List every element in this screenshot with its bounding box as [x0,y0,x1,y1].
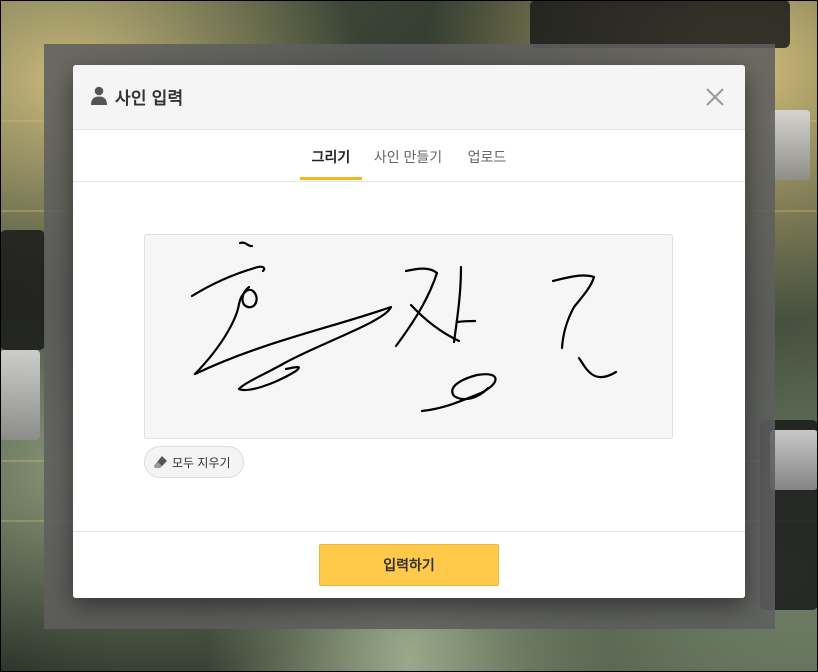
clear-all-button[interactable]: 모두 지우기 [144,446,244,478]
signature-canvas[interactable] [144,234,673,439]
eraser-icon [154,456,167,468]
signature-modal: 사인 입력 그리기 사인 만들기 업로드 모두 지우기 입력하기 [73,65,745,598]
tab-draw[interactable]: 그리기 [300,129,362,180]
modal-title: 사인 입력 [115,89,184,108]
user-icon [91,86,107,105]
tab-upload[interactable]: 업로드 [463,129,511,180]
tab-bar: 그리기 사인 만들기 업로드 [73,129,745,182]
close-icon[interactable] [703,85,727,109]
modal-header: 사인 입력 [73,65,745,130]
signature-drawing [190,241,618,413]
clear-all-label: 모두 지우기 [172,455,231,470]
tab-create-signature[interactable]: 사인 만들기 [371,129,445,180]
modal-footer: 입력하기 [73,531,745,598]
submit-button[interactable]: 입력하기 [319,544,499,586]
